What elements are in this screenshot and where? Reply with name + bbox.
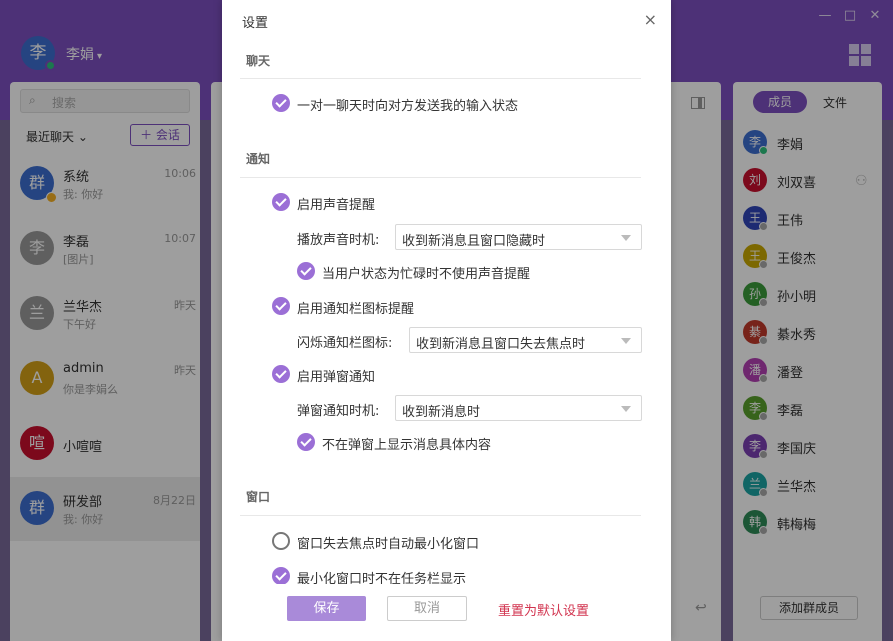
sound-timing-select[interactable]: 收到新消息且窗口隐藏时 [395,224,642,250]
popup-hide-content-checkbox[interactable] [297,433,315,451]
settings-dialog: 设置 × 聊天 一对一聊天时向对方发送我的输入状态 通知 启用声音提醒 播放声音… [222,0,671,641]
popup-hide-content-label: 不在弹窗上显示消息具体内容 [322,438,492,453]
dialog-footer: 保存 取消 重置为默认设置 [222,584,671,641]
popup-timing-value: 收到新消息时 [402,405,481,420]
dropdown-arrow-icon [621,406,631,412]
dialog-title: 设置 [242,16,269,31]
close-icon[interactable]: × [644,10,657,29]
window-minimize-label: 窗口失去焦点时自动最小化窗口 [297,537,480,552]
sound-timing-value: 收到新消息且窗口隐藏时 [402,234,546,249]
divider [240,515,641,516]
section-title-chat: 聊天 [246,54,271,68]
popup-timing-label: 弹窗通知时机: [297,404,380,419]
save-button[interactable]: 保存 [287,596,366,621]
divider [240,177,641,178]
sound-timing-label: 播放声音时机: [297,233,380,248]
sound-busy-label: 当用户状态为忙碌时不使用声音提醒 [322,267,531,282]
dropdown-arrow-icon [621,338,631,344]
tray-flash-value: 收到新消息且窗口失去焦点时 [416,337,586,352]
popup-timing-select[interactable]: 收到新消息时 [395,395,642,421]
window-taskbar-checkbox[interactable] [272,567,290,584]
tray-flash-select[interactable]: 收到新消息且窗口失去焦点时 [409,327,642,353]
typing-status-label: 一对一聊天时向对方发送我的输入状态 [297,99,519,114]
section-title-notify: 通知 [246,152,271,166]
tray-enable-checkbox[interactable] [272,297,290,315]
popup-enable-checkbox[interactable] [272,365,290,383]
divider [240,78,641,79]
dropdown-arrow-icon [621,235,631,241]
reset-defaults-link[interactable]: 重置为默认设置 [498,600,589,619]
tray-flash-label: 闪烁通知栏图标: [297,336,393,351]
typing-status-checkbox[interactable] [272,94,290,112]
cancel-button[interactable]: 取消 [387,596,467,621]
window-minimize-checkbox[interactable] [272,532,290,550]
window-taskbar-label: 最小化窗口时不在任务栏显示 [297,572,467,584]
settings-scroll-area[interactable]: 聊天 一对一聊天时向对方发送我的输入状态 通知 启用声音提醒 播放声音时机: 收… [222,38,671,584]
sound-enable-checkbox[interactable] [272,193,290,211]
popup-enable-label: 启用弹窗通知 [297,370,376,385]
section-title-window: 窗口 [246,490,271,504]
sound-enable-label: 启用声音提醒 [297,198,376,213]
tray-enable-label: 启用通知栏图标提醒 [297,302,415,317]
sound-busy-checkbox[interactable] [297,262,315,280]
